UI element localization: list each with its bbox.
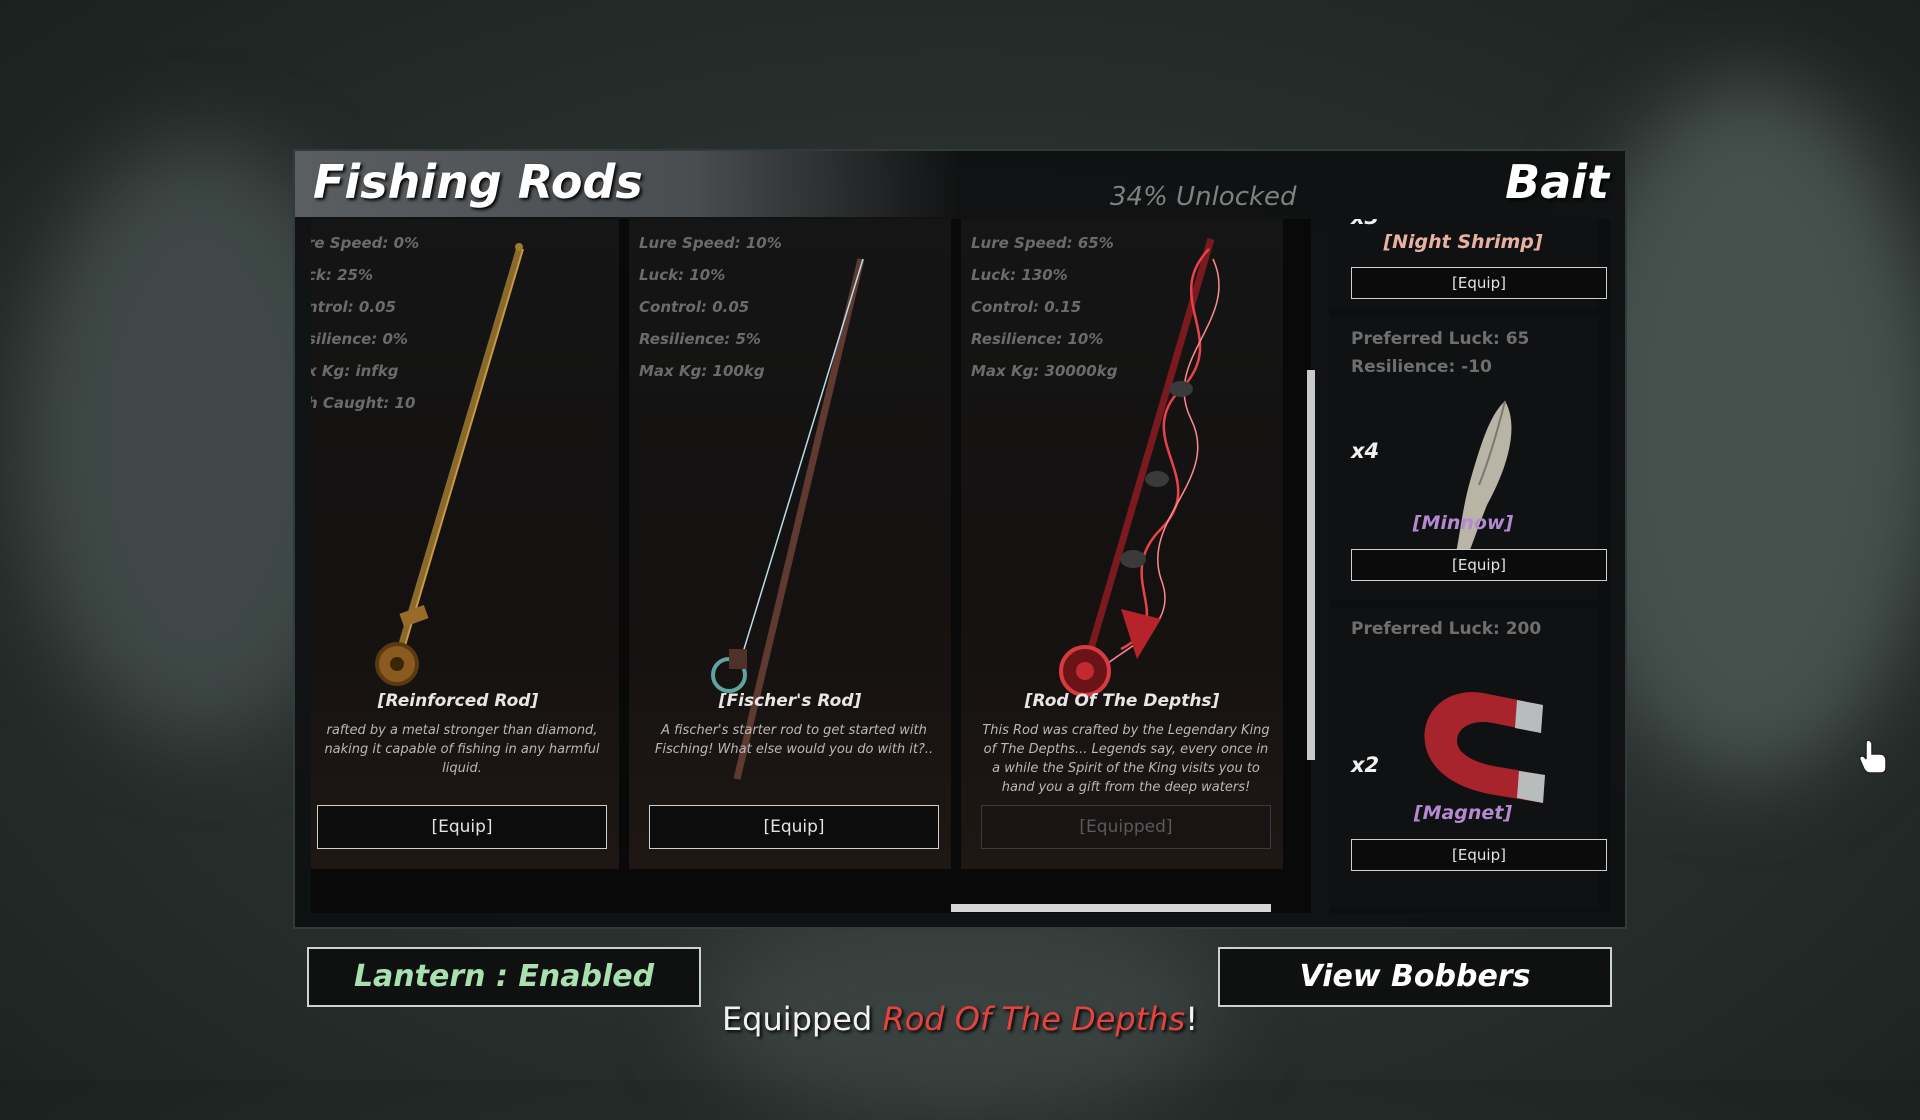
- view-bobbers-label: View Bobbers: [1299, 959, 1531, 994]
- lantern-toggle-button[interactable]: Lantern : Enabled: [307, 947, 701, 1007]
- rod-stat: Lure Speed: 10%: [639, 234, 782, 252]
- rod-card-depths[interactable]: Lure Speed: 65% Luck: 130% Control: 0.15…: [961, 219, 1283, 869]
- bait-card-magnet[interactable]: Preferred Luck: 200 x2 [Magnet] [Equip]: [1329, 607, 1607, 907]
- rods-horizontal-scrollbar[interactable]: [951, 904, 1271, 912]
- rod-stat: x Kg: infkg: [311, 362, 399, 380]
- rod-name: [Fischer's Rod]: [718, 691, 862, 711]
- rod-stat: ntrol: 0.05: [311, 298, 396, 316]
- hand-cursor-icon: [1858, 739, 1887, 774]
- rod-stat: Max Kg: 100kg: [639, 362, 765, 380]
- rod-stat: Control: 0.15: [971, 298, 1082, 316]
- magnet-icon: [1424, 692, 1545, 803]
- bait-title: Bait: [1505, 155, 1609, 209]
- bait-count: x2: [1351, 753, 1380, 777]
- bait-card-minnow[interactable]: Preferred Luck: 65 Resilience: -10 x4 [M…: [1329, 317, 1607, 599]
- rod-card-fischers[interactable]: Lure Speed: 10% Luck: 10% Control: 0.05 …: [629, 219, 951, 869]
- equip-reinforced-rod-button[interactable]: [Equip]: [317, 805, 607, 849]
- rod-card-reinforced[interactable]: re Speed: 0% ck: 25% ntrol: 0.05 silienc…: [311, 219, 619, 869]
- rod-stat: silience: 0%: [311, 330, 408, 348]
- rod-stat: ck: 25%: [311, 266, 373, 284]
- bait-count: x3: [1351, 219, 1379, 229]
- inventory-panel: Fishing Rods 34% Unlocked Bait re Speed:…: [293, 149, 1627, 929]
- bait-preferred-luck: Preferred Luck: 65: [1351, 329, 1530, 349]
- bait-resilience: Resilience: -10: [1351, 357, 1492, 377]
- rod-name: [Rod Of The Depths]: [1024, 691, 1220, 711]
- bait-preferred-luck: Preferred Luck: 200: [1351, 619, 1542, 639]
- equipped-item-name: Rod Of The Depths: [882, 1000, 1186, 1038]
- rod-description: A fischer's starter rod to get started w…: [654, 723, 934, 757]
- equipped-prefix: Equipped: [721, 1000, 883, 1038]
- equip-magnet-button[interactable]: [Equip]: [1351, 839, 1607, 871]
- bait-list[interactable]: x3 [Night Shrimp] [Equip] Preferred Luck…: [1329, 219, 1611, 913]
- equipped-suffix: !: [1185, 1000, 1199, 1038]
- minnow-icon: [1453, 400, 1512, 571]
- lantern-label: Lantern : Enabled: [353, 959, 655, 994]
- rods-list[interactable]: re Speed: 0% ck: 25% ntrol: 0.05 silienc…: [311, 219, 1311, 913]
- equip-night-shrimp-button[interactable]: [Equip]: [1351, 267, 1607, 299]
- rod-stat: re Speed: 0%: [311, 234, 420, 252]
- rod-stat: Control: 0.05: [639, 298, 750, 316]
- equipped-notification: Equipped Rod Of The Depths!: [0, 1000, 1920, 1038]
- rod-stat: h Caught: 10: [311, 394, 416, 412]
- rod-stat: Luck: 130%: [971, 266, 1068, 284]
- rod-name: [Reinforced Rod]: [377, 691, 539, 711]
- rod-stat: Resilience: 5%: [639, 330, 761, 348]
- bait-name-night-shrimp: [Night Shrimp]: [1383, 231, 1543, 253]
- bait-name-minnow: [Minnow]: [1412, 512, 1514, 534]
- equip-fischers-rod-button[interactable]: [Equip]: [649, 805, 939, 849]
- bait-name-magnet: [Magnet]: [1413, 802, 1513, 824]
- equipped-depths-rod-button[interactable]: [Equipped]: [981, 805, 1271, 849]
- rod-stat: Max Kg: 30000kg: [971, 362, 1118, 380]
- rod-description: This Rod was crafted by the Legendary Ki…: [982, 723, 1270, 795]
- rod-description: rafted by a metal stronger than diamond,…: [324, 723, 600, 776]
- bait-card-night-shrimp[interactable]: x3 [Night Shrimp] [Equip]: [1329, 219, 1607, 309]
- rod-stat: Lure Speed: 65%: [971, 234, 1114, 252]
- rod-stat: Resilience: 10%: [971, 330, 1104, 348]
- view-bobbers-button[interactable]: View Bobbers: [1218, 947, 1612, 1007]
- rod-stat: Luck: 10%: [639, 266, 726, 284]
- unlocked-percentage: 34% Unlocked: [1110, 182, 1297, 212]
- equip-minnow-button[interactable]: [Equip]: [1351, 549, 1607, 581]
- bait-vertical-scrollbar[interactable]: [1307, 370, 1315, 760]
- fishing-rods-title: Fishing Rods: [313, 155, 643, 209]
- bait-count: x4: [1351, 439, 1380, 463]
